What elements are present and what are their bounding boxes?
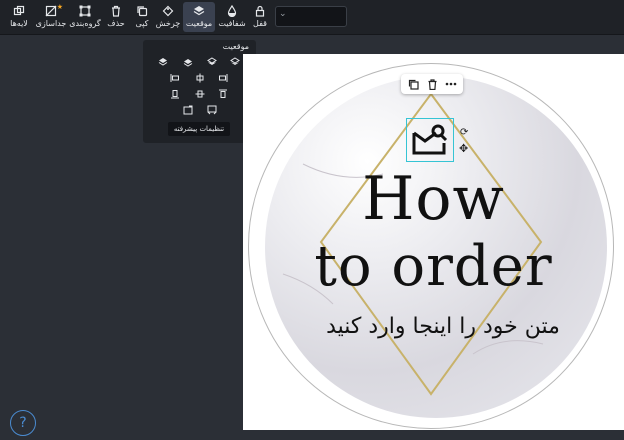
opacity-label: شفافیت <box>218 19 246 28</box>
top-toolbar: لایه‌ها ★ جداسازی گروه‌بندی حذف کپی چرخش <box>0 0 624 35</box>
trash-icon <box>110 4 122 18</box>
layers-icon <box>13 4 25 18</box>
duplicate-icon[interactable] <box>406 77 420 91</box>
bring-to-front-icon[interactable] <box>157 56 169 68</box>
group-label: گروه‌بندی <box>69 19 101 28</box>
align-bottom-icon[interactable] <box>169 88 181 100</box>
layers-label: لایه‌ها <box>10 19 28 28</box>
group-button[interactable]: گروه‌بندی <box>69 2 101 32</box>
move-handle-icon[interactable]: ✥ <box>459 142 468 155</box>
copy-button[interactable]: کپی <box>131 2 153 32</box>
layers-button[interactable]: لایه‌ها <box>4 2 34 32</box>
selected-mail-icon[interactable] <box>406 118 454 162</box>
align-right-icon[interactable] <box>217 72 229 84</box>
lock-icon <box>254 4 266 18</box>
detach-button[interactable]: ★ جداسازی <box>35 2 67 32</box>
rotate-label: چرخش <box>155 19 181 28</box>
opacity-button[interactable]: شفافیت <box>218 2 246 32</box>
rotate-icon <box>162 4 174 18</box>
persian-body-text[interactable]: متن خود را اینجا وارد کنید <box>303 312 583 342</box>
font-dropdown[interactable]: ⌄ <box>275 6 347 27</box>
title-line-2[interactable]: to order <box>243 234 624 299</box>
title-line-1[interactable]: How <box>243 164 624 234</box>
copy-icon <box>136 4 148 18</box>
lock-label: قفل <box>253 19 267 28</box>
detach-label: جداسازی <box>35 19 67 28</box>
copy-label: کپی <box>135 19 149 28</box>
delete-button[interactable]: حذف <box>104 2 128 32</box>
advanced-settings-button[interactable]: تنظیمات پیشرفته <box>168 122 230 136</box>
design-canvas[interactable]: ⟳ ✥ How to order متن خود را اینجا وارد ک… <box>243 54 624 430</box>
position-label: موقعیت <box>185 19 213 28</box>
lock-button[interactable]: قفل <box>249 2 271 32</box>
element-action-bar <box>401 74 463 94</box>
more-options-icon[interactable] <box>444 77 458 91</box>
fit-width-icon[interactable] <box>182 104 194 116</box>
position-button[interactable]: موقعیت <box>183 2 215 32</box>
mail-search-icon <box>411 123 449 161</box>
bring-forward-icon[interactable] <box>182 56 194 68</box>
chevron-down-icon: ⌄ <box>279 9 287 19</box>
send-to-back-icon[interactable] <box>229 56 241 68</box>
opacity-icon <box>226 4 238 18</box>
align-center-icon[interactable] <box>194 72 206 84</box>
rotate-button[interactable]: چرخش <box>155 2 181 32</box>
premium-star-icon: ★ <box>56 3 63 11</box>
align-middle-icon[interactable] <box>194 88 206 100</box>
group-icon <box>79 4 91 18</box>
align-left-icon[interactable] <box>169 72 181 84</box>
align-top-icon[interactable] <box>217 88 229 100</box>
delete-label: حذف <box>107 19 125 28</box>
rotate-handle-icon[interactable]: ⟳ <box>460 127 468 138</box>
fit-height-icon[interactable] <box>206 104 218 116</box>
send-backward-icon[interactable] <box>206 56 218 68</box>
detach-icon <box>45 4 57 18</box>
panel-title: موقعیت <box>222 42 249 51</box>
position-icon <box>193 4 205 18</box>
help-button[interactable]: ? <box>10 410 36 436</box>
delete-icon[interactable] <box>425 77 439 91</box>
